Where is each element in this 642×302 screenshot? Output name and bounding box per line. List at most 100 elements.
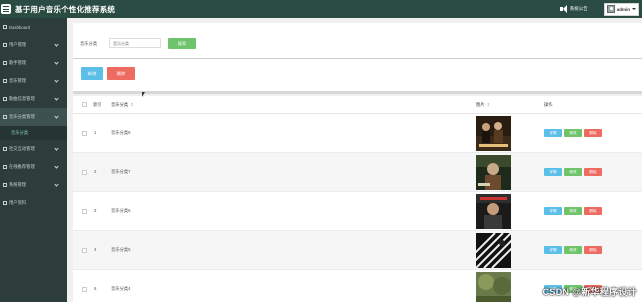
sidebar-item-users[interactable]: 用户管理 (0, 36, 67, 54)
batch-delete-button[interactable]: 删除 (107, 67, 135, 80)
chevron-down-icon (54, 114, 59, 119)
row-actions: 详情 修改 删除 (544, 207, 602, 215)
sidebar-subitem-music-category[interactable]: 音乐分类 (0, 126, 67, 140)
edit-button[interactable]: 修改 (564, 246, 582, 254)
sidebar-item-label: 系统管理 (9, 182, 27, 187)
column-header-image[interactable]: 图片 ⇕ (476, 102, 490, 108)
sidebar-item-label: 用户资料 (9, 200, 27, 205)
speaker-icon (559, 5, 568, 13)
edit-button[interactable]: 修改 (564, 168, 582, 176)
column-header-label: 图片 (476, 102, 485, 107)
detail-button[interactable]: 详情 (544, 207, 562, 215)
users-icon (3, 43, 7, 47)
table-row: 4 音乐分类5 详情 修改 删除 (73, 231, 642, 270)
main-content: 音乐分类 搜索 新增 删除 索引 音乐分类⇕ 图片⇕ 操作 1 音乐分类8 (67, 18, 642, 302)
sidebar-item-system[interactable]: 系统管理 (0, 176, 67, 194)
sidebar-item-singers[interactable]: 歌手管理 (0, 54, 67, 72)
row-index: 3 (94, 208, 97, 213)
chevron-down-icon (54, 60, 59, 65)
home-icon (3, 25, 7, 29)
edit-button[interactable]: 修改 (564, 129, 582, 137)
row-category: 音乐分类4 (111, 286, 131, 291)
column-header-label: 音乐分类 (111, 102, 129, 107)
row-index: 1 (94, 130, 97, 135)
row-checkbox[interactable] (82, 248, 87, 253)
table-row: 3 音乐分类6 详情 修改 删除 (73, 192, 642, 231)
column-header-category[interactable]: 音乐分类 ⇕ (111, 102, 134, 108)
row-category: 音乐分类8 (111, 130, 131, 135)
row-actions: 详情 修改 删除 (544, 168, 602, 176)
chevron-down-icon (632, 8, 636, 10)
detail-button[interactable]: 详情 (544, 246, 562, 254)
search-input[interactable] (109, 38, 161, 48)
grid-icon (3, 97, 7, 101)
sidebar-item-recommend[interactable]: 在线推荐管理 (0, 158, 67, 176)
row-checkbox[interactable] (82, 170, 87, 175)
user-menu[interactable]: admin (603, 2, 639, 16)
sidebar-item-music-category[interactable]: 音乐分类管理 (0, 108, 67, 126)
delete-button[interactable]: 删除 (584, 168, 602, 176)
table-header: 索引 音乐分类 ⇕ 图片 ⇕ 操作 (73, 96, 642, 114)
delete-button[interactable]: 删除 (584, 246, 602, 254)
sort-icon: ⇕ (486, 102, 491, 107)
music-icon (3, 79, 7, 83)
data-table: 索引 音乐分类 ⇕ 图片 ⇕ 操作 1 音乐分类8 详情 修改 删除 2 音乐分… (73, 96, 642, 302)
row-index: 4 (94, 247, 97, 252)
table-row: 2 音乐分类7 详情 修改 删除 (73, 153, 642, 192)
sidebar-item-social[interactable]: 社交互动管理 (0, 140, 67, 158)
select-all-checkbox[interactable] (82, 102, 87, 107)
sidebar-item-label: 歌曲信息管理 (9, 96, 35, 101)
detail-button[interactable]: 详情 (544, 168, 562, 176)
sidebar: Dashboard 用户管理 歌手管理 音乐管理 歌曲信息管理 音乐分类管理 音… (0, 18, 67, 302)
chevron-down-icon (54, 96, 59, 101)
search-button[interactable]: 搜索 (168, 38, 196, 49)
sidebar-item-label: 用户管理 (9, 42, 27, 47)
watermark: CSDN @新华程序设计 (542, 287, 637, 297)
detail-button[interactable]: 详情 (544, 129, 562, 137)
album-cover-image (476, 194, 511, 229)
row-index: 2 (94, 169, 97, 174)
chevron-down-icon (54, 78, 59, 83)
add-button[interactable]: 新增 (81, 67, 103, 80)
profile-icon (3, 201, 7, 205)
row-category: 音乐分类7 (111, 169, 131, 174)
row-checkbox[interactable] (82, 131, 87, 136)
row-category: 音乐分类6 (111, 208, 131, 213)
sidebar-item-label: 社交互动管理 (9, 146, 35, 151)
row-checkbox[interactable] (82, 209, 87, 214)
column-header-index: 索引 (93, 102, 102, 107)
row-checkbox[interactable] (82, 287, 87, 292)
delete-button[interactable]: 删除 (584, 207, 602, 215)
sidebar-item-song-info[interactable]: 歌曲信息管理 (0, 90, 67, 108)
top-bar: 基于用户音乐个性化推荐系统 系统公告 admin (0, 0, 642, 18)
menu-toggle-icon[interactable] (1, 4, 11, 14)
app-title: 基于用户音乐个性化推荐系统 (15, 4, 116, 14)
sidebar-item-label: 音乐管理 (9, 78, 27, 83)
album-cover-image (476, 155, 511, 190)
album-cover-image (476, 272, 511, 302)
delete-button[interactable]: 删除 (584, 129, 602, 137)
sidebar-item-music[interactable]: 音乐管理 (0, 72, 67, 90)
album-cover-image (476, 116, 511, 151)
action-panel: 新增 删除 (73, 58, 642, 94)
row-index: 5 (94, 286, 97, 291)
column-header-actions: 操作 (544, 102, 553, 107)
sidebar-item-label: 歌手管理 (9, 60, 27, 65)
search-label: 音乐分类 (80, 41, 98, 46)
grid-icon (3, 165, 7, 169)
edit-button[interactable]: 修改 (564, 207, 582, 215)
announcement-link[interactable]: 系统公告 (570, 6, 588, 12)
avatar (606, 5, 615, 13)
row-actions: 详情 修改 删除 (544, 246, 602, 254)
top-right-area: 系统公告 admin (559, 2, 639, 16)
sidebar-item-label: 音乐分类管理 (9, 114, 35, 119)
sidebar-item-profile[interactable]: 用户资料 (0, 194, 67, 212)
album-cover-image (476, 233, 511, 268)
mouse-cursor-icon (142, 92, 145, 97)
user-name: admin (616, 6, 630, 12)
sort-icon: ⇕ (130, 102, 134, 107)
grid-icon (3, 61, 7, 65)
flag-icon (3, 147, 7, 151)
chevron-down-icon (54, 164, 59, 169)
sidebar-item-dashboard[interactable]: Dashboard (0, 18, 67, 36)
